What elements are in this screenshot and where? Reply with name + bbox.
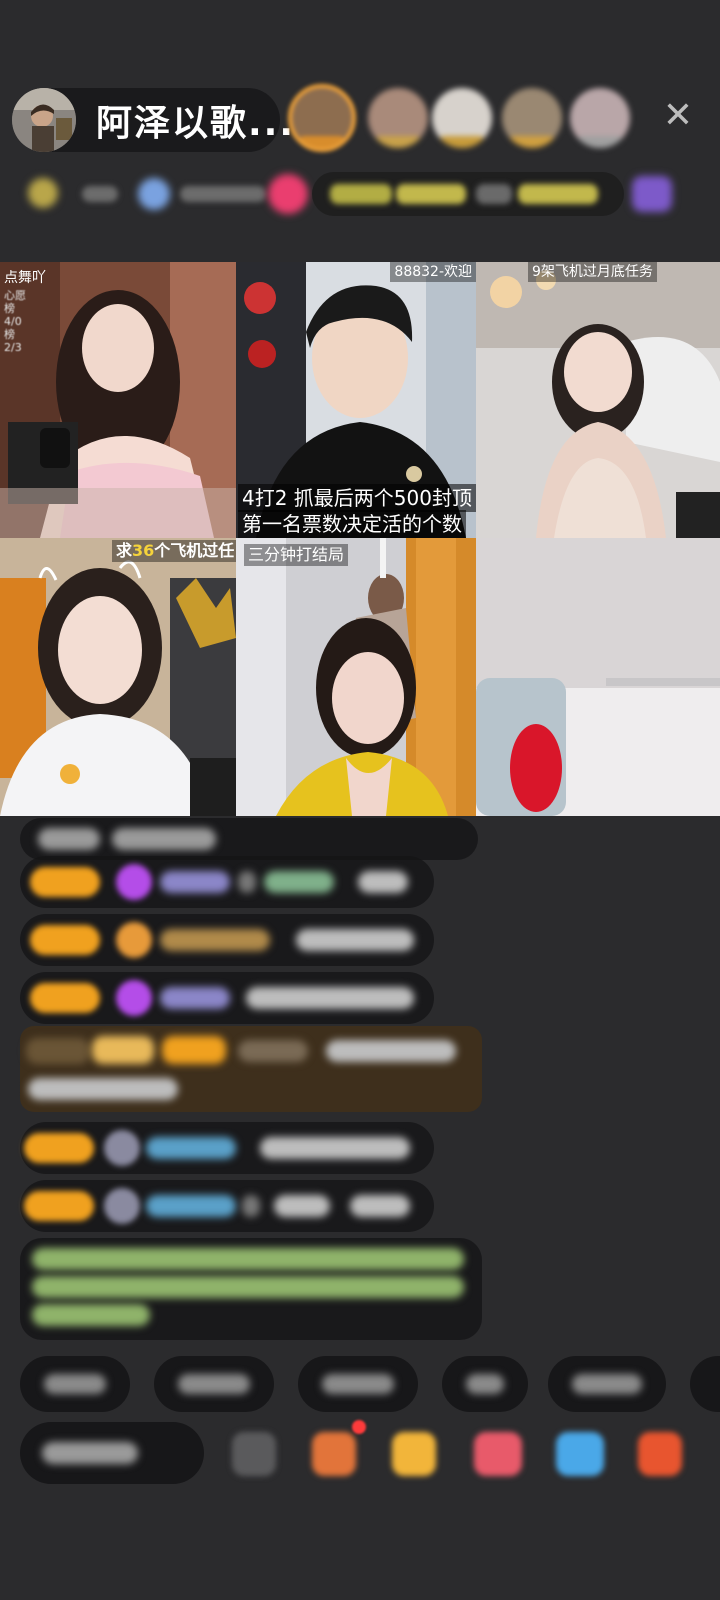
activity-icon[interactable] [632, 176, 672, 212]
host-info-pill[interactable]: 阿泽以歌... [12, 88, 293, 152]
notification-dot [352, 1420, 366, 1434]
chat-message[interactable] [20, 1122, 434, 1174]
video-tile-1[interactable]: 点舞吖 心愿 榜4/0 榜2/3 [0, 262, 236, 538]
gift-message[interactable] [20, 1026, 482, 1112]
audience-avatars: ✕ [288, 84, 720, 156]
gift-icon[interactable] [268, 174, 308, 214]
quick-reply-chip[interactable] [442, 1356, 528, 1412]
tile-label: 9架飞机过月底任务 [528, 262, 657, 282]
close-icon[interactable]: ✕ [658, 96, 698, 136]
chat-message[interactable] [20, 856, 434, 908]
quick-reply-chip[interactable] [154, 1356, 274, 1412]
video-tile-6[interactable] [476, 538, 720, 816]
fans-text [180, 186, 266, 202]
level-badge [24, 1191, 94, 1221]
fan-badge-icon [104, 1188, 140, 1224]
more-icon[interactable] [638, 1432, 682, 1476]
level-badge [30, 925, 100, 955]
tile-overlay-line: 4打2 抓最后两个500封顶 [238, 484, 476, 512]
fan-badge-icon [116, 922, 152, 958]
level-badge [24, 1133, 94, 1163]
gem-icon [116, 980, 152, 1016]
audience-avatar[interactable] [432, 88, 492, 148]
gem-icon [116, 864, 152, 900]
tile-label: 点舞吖 [4, 270, 46, 286]
pk-icon[interactable] [474, 1432, 522, 1476]
gift-box-icon[interactable] [312, 1432, 356, 1476]
fan-badge-icon [104, 1130, 140, 1166]
tile-side-text: 心愿 榜4/0 榜2/3 [4, 289, 26, 354]
chat-message[interactable] [20, 972, 434, 1024]
video-tile-5[interactable]: 三分钟打结局 [236, 538, 476, 816]
video-tile-4[interactable]: 求36个飞机过任 [0, 538, 236, 816]
tile-label: 求36个飞机过任 [112, 540, 236, 562]
host-avatar[interactable] [12, 88, 76, 152]
chat-input[interactable] [20, 1422, 204, 1484]
video-tile-2[interactable]: 88832-欢迎 4打2 抓最后两个500封顶 第一名票数决定活的个数 [236, 262, 476, 538]
level-badge [30, 867, 100, 897]
live-info-bar [20, 168, 700, 224]
audience-avatar[interactable] [502, 88, 562, 148]
gift-icon[interactable] [392, 1432, 436, 1476]
audience-avatar[interactable] [570, 88, 630, 148]
rank-icon[interactable] [28, 178, 58, 208]
fans-icon[interactable] [138, 178, 170, 210]
chat-message[interactable] [20, 1180, 434, 1232]
multi-guest-video-grid: 点舞吖 心愿 榜4/0 榜2/3 88832-欢迎 4打2 抓最后两个500封顶… [0, 262, 720, 816]
audience-avatar[interactable] [288, 84, 356, 152]
tile-label: 三分钟打结局 [244, 544, 349, 566]
quick-reply-chip[interactable] [548, 1356, 666, 1412]
system-message [20, 818, 478, 860]
tile-overlay-line: 第一名票数决定活的个数 [238, 510, 466, 538]
chat-message[interactable] [20, 914, 434, 966]
host-name: 阿泽以歌... [96, 103, 296, 144]
video-tile-3[interactable]: 9架飞机过月底任务 [476, 262, 720, 538]
level-badge [30, 983, 100, 1013]
emoji-icon[interactable] [232, 1432, 276, 1476]
audience-avatar[interactable] [368, 88, 428, 148]
chat-message-list[interactable] [0, 816, 720, 1368]
quick-reply-chip[interactable] [298, 1356, 418, 1412]
system-notice [20, 1238, 482, 1340]
tile-label: 88832-欢迎 [390, 262, 476, 282]
share-icon[interactable] [556, 1432, 604, 1476]
rank-text [82, 186, 118, 202]
quick-reply-chip[interactable] [20, 1356, 130, 1412]
